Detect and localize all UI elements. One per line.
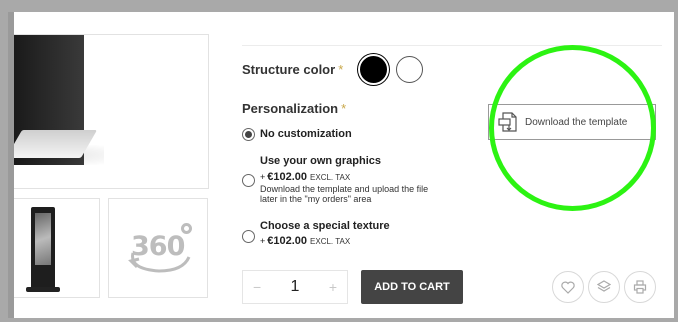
kiosk-icon xyxy=(31,207,55,289)
main-product-image[interactable] xyxy=(14,34,209,189)
kiosk-base xyxy=(26,287,60,292)
radio-special-texture[interactable] xyxy=(242,230,255,243)
download-template-button[interactable]: Download the template xyxy=(488,104,656,140)
option-own-graphics-title: Use your own graphics xyxy=(260,155,382,167)
quantity-decrease-button[interactable]: − xyxy=(253,279,261,295)
degree-symbol xyxy=(181,223,192,234)
thumbnail-kiosk[interactable] xyxy=(14,198,100,298)
radio-own-graphics[interactable] xyxy=(242,174,255,187)
document-download-icon xyxy=(498,112,517,132)
layers-icon xyxy=(597,280,611,292)
add-to-cart-button[interactable]: ADD TO CART xyxy=(361,270,463,304)
product-panel: 360 Structure color * Personalization * No… xyxy=(8,12,674,318)
personalization-label: Personalization * xyxy=(242,101,347,116)
radio-no-customization[interactable] xyxy=(242,128,255,141)
structure-color-label: Structure color * xyxy=(242,62,344,77)
wishlist-button[interactable] xyxy=(552,271,584,303)
color-swatch-black[interactable] xyxy=(360,56,387,83)
option-no-customization-title: No customization xyxy=(260,128,352,140)
print-button[interactable] xyxy=(624,271,656,303)
divider-top xyxy=(242,45,662,46)
option-own-graphics-price: + €102.00 EXCL. TAX xyxy=(260,171,351,183)
option-special-texture-title: Choose a special texture xyxy=(260,220,390,232)
heart-icon xyxy=(561,281,575,294)
color-swatch-white[interactable] xyxy=(396,56,423,83)
printer-icon xyxy=(633,280,647,294)
option-own-graphics-description: Download the template and upload the fil… xyxy=(260,184,429,204)
view-360-icon: 360 xyxy=(123,217,195,281)
quantity-value[interactable]: 1 xyxy=(291,278,300,296)
download-template-label: Download the template xyxy=(525,116,628,128)
quantity-increase-button[interactable]: + xyxy=(329,279,337,295)
quantity-stepper[interactable]: − 1 + xyxy=(242,270,348,304)
thumbnail-360[interactable]: 360 xyxy=(108,198,208,298)
view-360-text: 360 xyxy=(131,231,185,262)
compare-button[interactable] xyxy=(588,271,620,303)
option-special-texture-price: + €102.00 EXCL. TAX xyxy=(260,235,351,247)
